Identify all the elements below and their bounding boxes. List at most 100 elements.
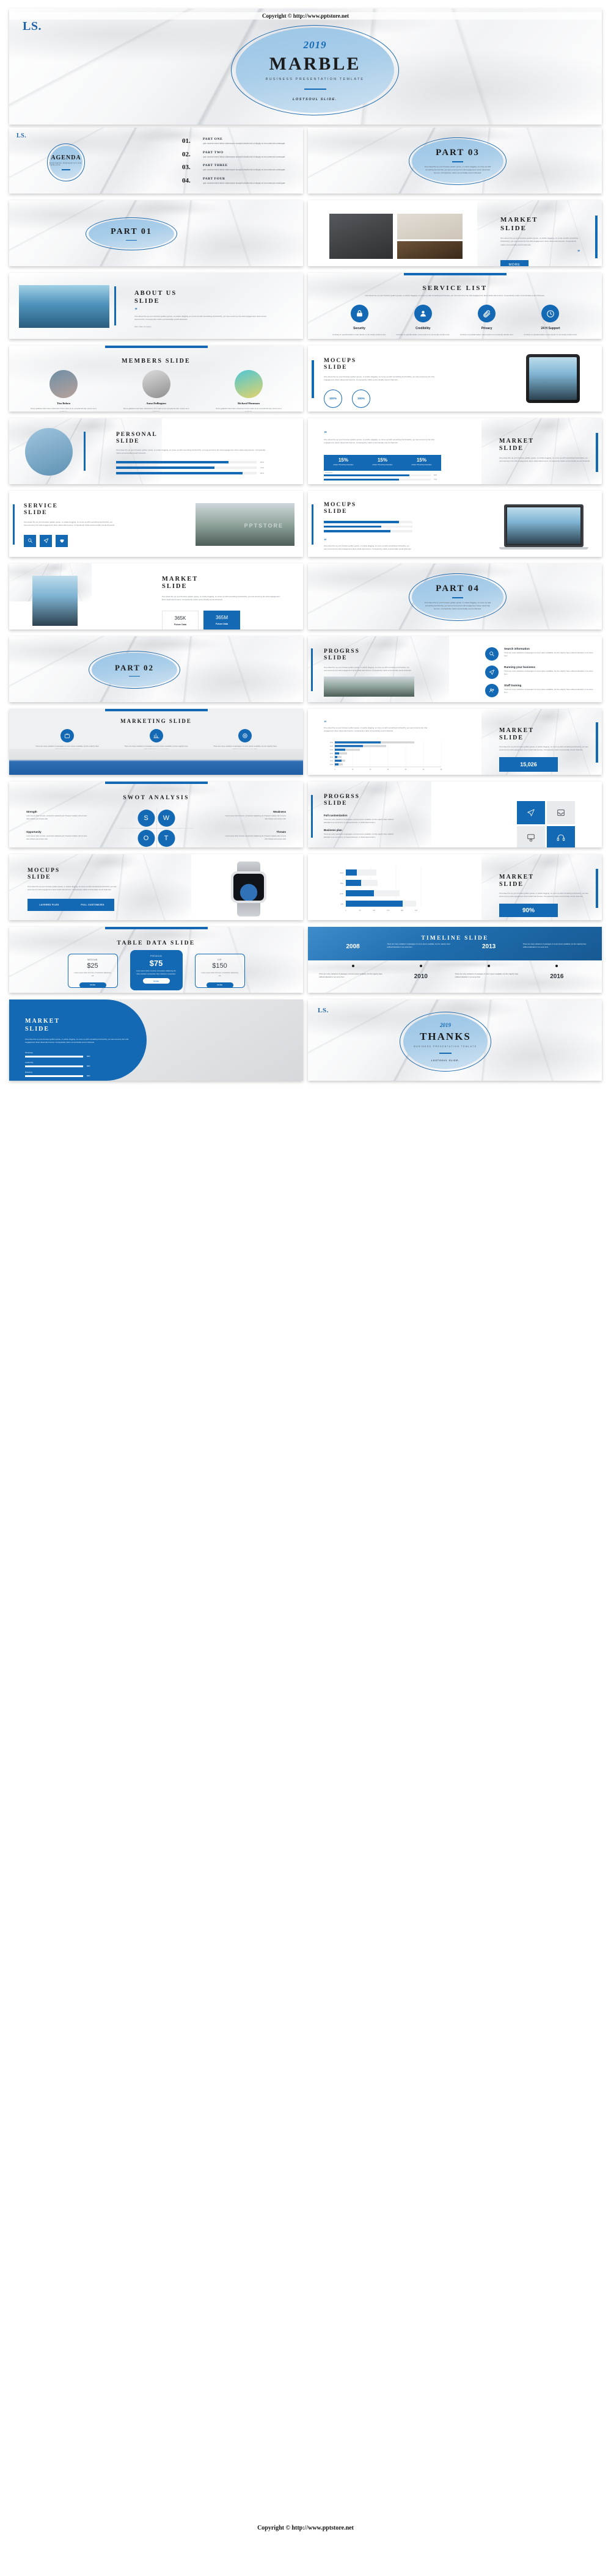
- slide-about-us[interactable]: ABOUT US SLIDE ” One-sheet fire up your …: [9, 273, 303, 339]
- member-card[interactable]: Richard Humman Some galaxies have been o…: [215, 370, 282, 412]
- slide-marketing[interactable]: MARKETING SLIDE There are many variation…: [9, 709, 303, 775]
- progress-tile[interactable]: [547, 801, 575, 824]
- search-icon[interactable]: [24, 534, 36, 547]
- agenda-logo: LS.: [16, 132, 27, 139]
- slide-market-future[interactable]: MARKET SLIDE One-sheet fire up your brow…: [9, 564, 303, 629]
- heart-icon[interactable]: [56, 534, 68, 547]
- stat-label: Future Data: [174, 623, 186, 626]
- list-item[interactable]: 01. PART ONE quis nostrud exerci tation …: [182, 137, 295, 146]
- watermark-top: Copyright © http://www.pptstore.net: [9, 12, 602, 20]
- tablet-mockup: [526, 354, 580, 403]
- list-item[interactable]: 04. PART FOUR quis nostrud exerci tation…: [182, 177, 295, 186]
- progress-tile[interactable]: [547, 826, 575, 847]
- slide-personal[interactable]: PERSONAL SLIDE One-sheet fire up your br…: [9, 418, 303, 484]
- future-title-2: SLIDE: [162, 583, 188, 590]
- service2-title-1: SERVICE: [24, 503, 58, 509]
- slide-mocups-2[interactable]: MOCUPS SLIDE ” One-sheet fire up your br…: [308, 491, 602, 557]
- marketing-card[interactable]: There are many variations of passages of…: [123, 729, 190, 751]
- slide-mocups-watch[interactable]: MOCUPS SLIDE One-sheet fire up your brow…: [9, 854, 303, 920]
- timeline-dot: [419, 965, 422, 967]
- progress-item[interactable]: Staff training There are many variations…: [485, 684, 593, 697]
- service-item[interactable]: 24 H Support Contrary to popular belief,…: [524, 305, 577, 336]
- marketing-top-bar: [104, 709, 208, 711]
- timeline-text: There are many variations of passages of…: [319, 973, 382, 978]
- row-10: MARKETING SLIDE There are many variation…: [9, 709, 602, 778]
- progress-heading: Staff training: [504, 684, 522, 687]
- pricing-card[interactable]: VIP $150 Lorem ipsum dolor sit amet, con…: [194, 954, 245, 988]
- progress-tile[interactable]: [517, 801, 545, 824]
- progress-value: 90%: [260, 471, 265, 474]
- service-label: Credibility: [415, 327, 431, 330]
- avatar: [142, 370, 170, 398]
- plan-desc: Lorem ipsum dolor sit amet, consectetur …: [201, 972, 238, 977]
- slide-market-percent[interactable]: ” One-sheet fire up your browser golden …: [308, 418, 602, 484]
- slide-swot[interactable]: SWOT ANALYSIS S W O T Strength Lorem ips…: [9, 782, 303, 847]
- slide-progress-tiles[interactable]: PROGRSS SLIDE Full customization There a…: [308, 782, 602, 847]
- watch-button-2[interactable]: FULL CUSTOMIZED: [71, 904, 114, 906]
- slide-part-03[interactable]: PART 03 One-sheet fire up your browser g…: [308, 128, 602, 194]
- member-card[interactable]: Anna Dallington Some galaxies have been …: [123, 370, 190, 412]
- gallery-more-button[interactable]: MORE: [500, 260, 529, 266]
- marketing-card[interactable]: There are many variations of passages of…: [211, 729, 279, 751]
- timeline-point[interactable]: 2010: [387, 973, 455, 980]
- paperclip-icon: [478, 305, 496, 322]
- slide-service-list[interactable]: SERVICE LIST One-sheet fire up your brow…: [308, 273, 602, 339]
- slide-market-bars[interactable]: April May June July 0 50 100 150 200 250 MARKE…: [308, 854, 602, 920]
- slide-service[interactable]: SERVICE SLIDE One-sheet fire up your bro…: [9, 491, 303, 557]
- about-title-2: SLIDE: [134, 298, 160, 305]
- member-desc: Some galaxies have been observed to form…: [216, 407, 282, 412]
- service-item[interactable]: Security Contrary to popular belief, Lor…: [332, 305, 386, 336]
- progress-text: There are many variations of passages of…: [504, 670, 593, 675]
- timeline-point[interactable]: 2016: [523, 973, 591, 980]
- pricing-card-featured[interactable]: PREMIUM $75 Lorem ipsum dolor sit amet, …: [130, 950, 183, 990]
- progress-item[interactable]: Running your business There are many var…: [485, 666, 593, 679]
- slide-agenda[interactable]: LS. AGENDA BUSINESS PRESENTATION TEMLATE…: [9, 128, 303, 194]
- desk-title-2: SLIDE: [25, 1026, 50, 1032]
- service-item[interactable]: Credibility Contrary to popular belief, …: [396, 305, 450, 336]
- list-item[interactable]: 03. PART THREE quis nostrud exerci tatio…: [182, 164, 295, 172]
- service-item[interactable]: Privacy Contrary to popular belief, Lore…: [460, 305, 514, 336]
- marketing-card[interactable]: There are many variations of passages of…: [34, 729, 101, 751]
- slide-part-04[interactable]: PART 04 One-sheet fire up your browser g…: [308, 564, 602, 629]
- swot-circle-w: W: [158, 810, 175, 827]
- slide-progress-icons[interactable]: PROGRSS SLIDE One-sheet fire up your bro…: [308, 636, 602, 702]
- svg-text:30: 30: [387, 769, 389, 771]
- slide-market-desk[interactable]: MARKET SLIDE One-sheet fire up your brow…: [9, 1000, 303, 1081]
- gallery-photo-1: [329, 214, 393, 259]
- slide-market-chart[interactable]: ” One-sheet fire up your browser golden …: [308, 709, 602, 775]
- cover-divider: [304, 88, 326, 90]
- plan-more-button[interactable]: MORE: [142, 978, 170, 984]
- stat-value: 100%: [357, 397, 365, 401]
- slide-mocups-1[interactable]: MOCUPS SLIDE One-sheet fire up your brow…: [308, 346, 602, 412]
- svg-text:June: June: [340, 893, 344, 895]
- row-3: PART 01 MARKET SLIDE One-sheet fire up y…: [9, 200, 602, 269]
- timeline-point[interactable]: 2013: [455, 943, 523, 950]
- gallery-title-1: MARKET: [500, 216, 538, 223]
- slide-members[interactable]: MEMBERS SLIDE Tim Bobon Some galaxies ha…: [9, 346, 303, 412]
- progress-row: 70%: [324, 479, 441, 481]
- list-item[interactable]: 02. PART TWO quis nostrud exerci tation …: [182, 151, 295, 159]
- svg-text:100: 100: [373, 910, 376, 912]
- member-card[interactable]: Tim Bobon Some galaxies have been observ…: [30, 370, 97, 412]
- plan-more-button[interactable]: MORE: [79, 982, 106, 988]
- progress-tile[interactable]: [517, 826, 545, 847]
- slide-table-data[interactable]: TABLE DATA SLIDE MEDIUM $25 Lorem ipsum …: [9, 927, 303, 993]
- gallery-photo-2: [397, 214, 463, 239]
- progress-bar: [116, 466, 257, 469]
- slide-cover[interactable]: LS. Copyright © http://www.pptstore.net …: [9, 9, 602, 125]
- slide-part-01[interactable]: PART 01: [9, 200, 303, 266]
- progress-item[interactable]: Search information There are many variat…: [485, 647, 593, 661]
- progress-row: Marketing 95%: [25, 1072, 129, 1077]
- slide-market-gallery[interactable]: MARKET SLIDE One-sheet fire up your brow…: [308, 200, 602, 266]
- slide-part-02[interactable]: PART 02: [9, 636, 303, 702]
- slide-timeline[interactable]: TIMELINE SLIDE 2008 There are many varia…: [308, 927, 602, 993]
- headset-icon: [557, 834, 565, 841]
- watch-button-1[interactable]: LAYERED FILES: [27, 904, 71, 906]
- send-icon[interactable]: [40, 534, 52, 547]
- timeline-point[interactable]: 2008: [319, 943, 387, 950]
- percent-value: 15%: [338, 457, 348, 463]
- plan-more-button[interactable]: MORE: [206, 982, 233, 988]
- send-icon: [485, 666, 499, 679]
- slide-thanks[interactable]: LS. 2019 THANKS BUSINESS PRESENTATION TE…: [308, 1000, 602, 1081]
- pricing-card[interactable]: MEDIUM $25 Lorem ipsum dolor sit amet, c…: [67, 954, 118, 988]
